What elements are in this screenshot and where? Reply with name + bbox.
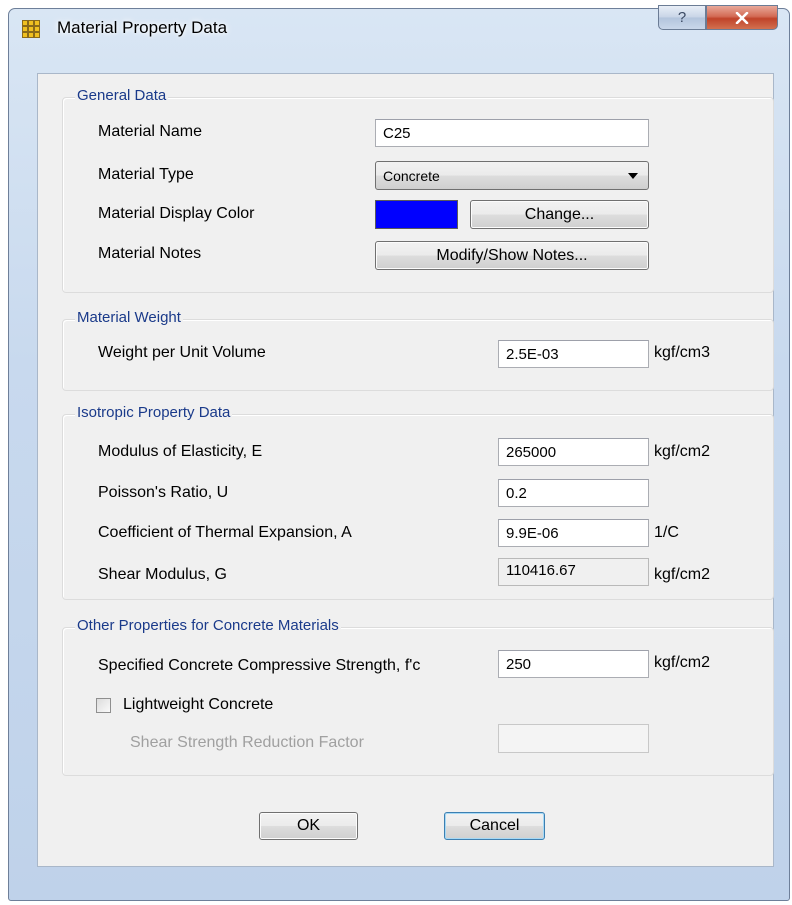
modulus-label: Modulus of Elasticity, E [98,443,263,460]
modulus-input[interactable]: 265000 [498,438,649,466]
fc-label: Specified Concrete Compressive Strength,… [98,657,421,674]
weight-label: Weight per Unit Volume [98,344,266,361]
cancel-button[interactable]: Cancel [444,812,545,840]
concrete-properties-legend: Other Properties for Concrete Materials [75,617,341,634]
ok-button[interactable]: OK [259,812,358,840]
modify-notes-button[interactable]: Modify/Show Notes... [375,241,649,270]
weight-unit: kgf/cm3 [654,344,711,361]
material-notes-label: Material Notes [98,245,202,262]
poisson-label: Poisson's Ratio, U [98,484,229,501]
material-type-label: Material Type [98,166,194,183]
shear-modulus-unit: kgf/cm2 [654,566,711,583]
material-type-select[interactable]: Concrete [375,161,649,190]
material-type-value: Concrete [383,168,440,184]
material-name-input[interactable]: C25 [375,119,649,147]
shear-modulus-readonly: 110416.67 [498,558,649,586]
help-icon: ? [677,9,687,26]
close-icon [735,11,749,24]
close-button[interactable] [706,5,778,30]
thermal-unit: 1/C [654,524,679,541]
chevron-down-icon [628,173,638,179]
window-title: Material Property Data [57,18,228,37]
thermal-input[interactable]: 9.9E-06 [498,519,649,547]
reduction-factor-label: Shear Strength Reduction Factor [130,734,364,751]
isotropic-legend: Isotropic Property Data [75,404,233,421]
material-weight-legend: Material Weight [75,309,183,326]
lightweight-checkbox[interactable] [96,698,111,713]
change-color-button[interactable]: Change... [470,200,649,229]
grid-app-icon [22,20,40,38]
fc-input[interactable]: 250 [498,650,649,678]
fc-unit: kgf/cm2 [654,654,711,671]
display-color-label: Material Display Color [98,205,255,222]
lightweight-label: Lightweight Concrete [123,696,274,713]
general-data-legend: General Data [75,87,169,104]
thermal-label: Coefficient of Thermal Expansion, A [98,524,352,541]
reduction-factor-input [498,724,649,753]
help-button[interactable]: ? [658,5,706,30]
material-name-label: Material Name [98,123,203,140]
poisson-input[interactable]: 0.2 [498,479,649,507]
modulus-unit: kgf/cm2 [654,443,711,460]
weight-input[interactable]: 2.5E-03 [498,340,649,368]
display-color-swatch[interactable] [375,200,458,229]
shear-modulus-label: Shear Modulus, G [98,566,227,583]
